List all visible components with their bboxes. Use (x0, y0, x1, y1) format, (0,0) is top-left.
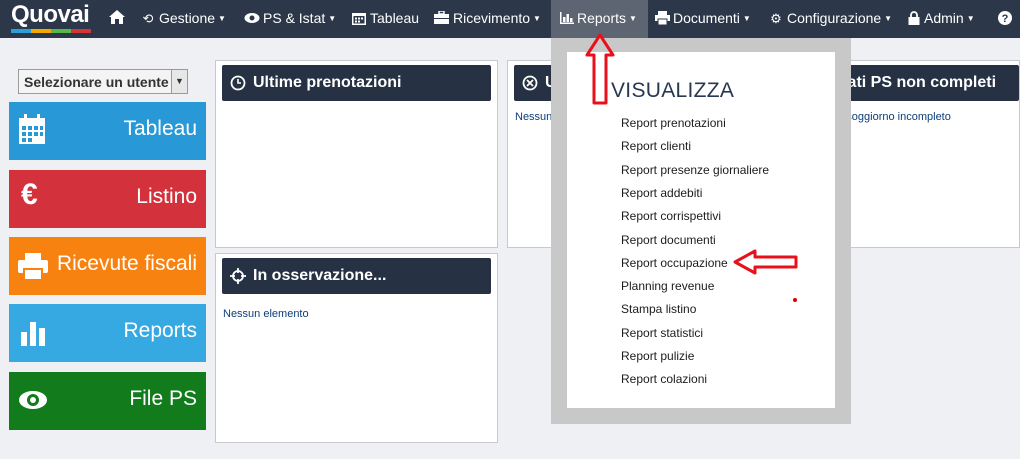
times-circle-icon (522, 75, 538, 91)
nav-tableau-label: Tableau (370, 10, 420, 26)
briefcase-icon (434, 10, 449, 24)
panel-in-osservazione-title: In osservazione... (253, 267, 387, 284)
caret-down-icon: ▼ (742, 14, 751, 24)
panel-dati-ps-header: Dati PS non completi (828, 65, 1019, 101)
bar-chart-icon (21, 322, 45, 346)
user-select[interactable]: Selezionare un utente ▼ (18, 69, 188, 94)
panel-ultime-prenotazioni-header: Ultime prenotazioni (222, 65, 491, 101)
caret-down-icon: ▼ (884, 14, 893, 24)
caret-down-icon: ▼ (966, 14, 975, 24)
menu-item-report-occupazione[interactable]: Report occupazione (621, 256, 728, 270)
tile-file-ps-label: File PS (129, 387, 197, 410)
nav-help[interactable]: ? (998, 0, 1012, 38)
menu-item-report-corrispettivi[interactable]: Report corrispettivi (621, 209, 721, 223)
annotation-dot (793, 298, 797, 302)
calendar-icon (352, 13, 366, 25)
menu-item-report-documenti[interactable]: Report documenti (621, 233, 716, 247)
nav-configurazione-label: Configurazione (787, 10, 882, 26)
lock-icon (908, 11, 920, 25)
tile-tableau-label: Tableau (123, 117, 197, 140)
annotation-arrow-left-icon (733, 249, 798, 275)
nav-documenti[interactable]: Documenti ▼ (655, 0, 751, 38)
logo-stripe (11, 29, 91, 33)
tile-ricevute-label: Ricevute fiscali (56, 252, 197, 275)
panel-in-osservazione: In osservazione... Nessun elemento (215, 253, 498, 443)
menu-item-report-presenze[interactable]: Report presenze giornaliere (621, 163, 769, 177)
tile-listino[interactable]: € Listino (9, 170, 206, 228)
nav-reports-label: Reports (577, 10, 627, 26)
printer-icon (18, 253, 48, 281)
chevron-down-icon[interactable]: ▼ (171, 70, 187, 93)
svg-text:?: ? (1002, 13, 1009, 25)
menu-item-stampa-listino[interactable]: Stampa listino (621, 302, 696, 316)
caret-down-icon: ▼ (328, 14, 337, 24)
user-select-value: Selezionare un utente (24, 74, 169, 90)
question-icon: ? (998, 11, 1012, 25)
nav-documenti-label: Documenti (673, 10, 740, 26)
menu-item-report-addebiti[interactable]: Report addebiti (621, 186, 702, 200)
menu-item-report-clienti[interactable]: Report clienti (621, 139, 691, 153)
home-icon (109, 10, 125, 24)
nav-home[interactable] (108, 0, 126, 38)
menu-item-report-prenotazioni[interactable]: Report prenotazioni (621, 116, 726, 130)
panel-ultime-prenotazioni-title: Ultime prenotazioni (253, 74, 402, 91)
retweet-icon: ⟲ (142, 11, 154, 26)
tile-listino-label: Listino (136, 185, 197, 208)
panel-ultime-prenotazioni: Ultime prenotazioni (215, 60, 498, 248)
menu-item-report-statistici[interactable]: Report statistici (621, 326, 703, 340)
tile-reports-label: Reports (123, 319, 197, 342)
annotation-arrow-up-icon (585, 33, 615, 105)
caret-down-icon: ▼ (629, 14, 637, 24)
menu-item-report-colazioni[interactable]: Report colazioni (621, 372, 707, 386)
nav-admin[interactable]: Admin ▼ (908, 0, 975, 38)
logo-text: Quovai (11, 1, 90, 28)
nav-configurazione[interactable]: ⚙ Configurazione ▼ (768, 0, 892, 38)
nav-tableau[interactable]: Tableau (352, 0, 419, 38)
eye-icon (19, 391, 47, 409)
reports-dropdown (567, 52, 835, 408)
euro-icon: € (21, 178, 38, 211)
eye-icon (244, 13, 260, 23)
nav-gestione[interactable]: ⟲ Gestione ▼ (140, 0, 226, 38)
panel-in-osservazione-header: In osservazione... (222, 258, 491, 294)
nav-ps-label: PS & Istat (263, 10, 326, 26)
crosshair-icon (230, 268, 246, 284)
menu-item-planning-revenue[interactable]: Planning revenue (621, 279, 714, 293)
tile-ricevute-fiscali[interactable]: Ricevute fiscali (9, 237, 206, 295)
gear-icon: ⚙ (770, 11, 782, 26)
clock-icon (230, 75, 246, 91)
nav-gestione-label: Gestione (159, 10, 216, 26)
panel-in-osservazione-message: Nessun elemento (223, 308, 309, 320)
tile-tableau[interactable]: Tableau (9, 102, 206, 160)
nav-ricevimento-label: Ricevimento (453, 10, 531, 26)
panel-dati-ps-title: Dati PS non completi (836, 74, 997, 91)
quovai-logo[interactable]: Quovai (11, 1, 93, 33)
tile-file-ps[interactable]: File PS (9, 372, 206, 430)
menu-item-report-pulizie[interactable]: Report pulizie (621, 349, 694, 363)
nav-ricevimento[interactable]: Ricevimento ▼ (434, 0, 541, 38)
top-navbar: Quovai ⟲ Gestione ▼ PS & Istat ▼ Tableau Ri… (0, 0, 1020, 38)
nav-ps-istat[interactable]: PS & Istat ▼ (244, 0, 336, 38)
bar-chart-icon (560, 12, 574, 24)
dropdown-heading: VISUALIZZA (611, 79, 735, 102)
caret-down-icon: ▼ (533, 14, 541, 24)
nav-admin-label: Admin (924, 10, 964, 26)
tile-reports[interactable]: Reports (9, 304, 206, 362)
caret-down-icon: ▼ (218, 14, 226, 24)
calendar-icon (19, 114, 45, 144)
print-icon (655, 11, 670, 26)
